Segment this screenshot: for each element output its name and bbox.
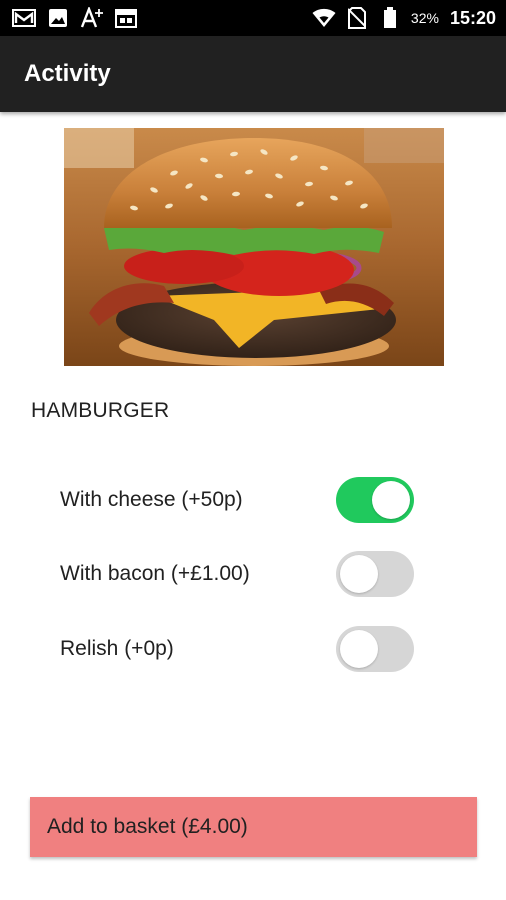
product-name: HAMBURGER [31, 399, 170, 422]
wifi-icon [312, 6, 336, 30]
relish-toggle[interactable] [336, 626, 414, 672]
battery-icon [378, 6, 402, 30]
add-to-basket-button[interactable]: Add to basket (£4.00) [30, 797, 477, 857]
calendar-icon [114, 6, 138, 30]
option-label: With bacon (+£1.00) [60, 562, 250, 585]
app-bar: Activity [0, 36, 506, 112]
status-bar-system: 32% 15:20 [312, 6, 496, 30]
no-sim-icon [345, 6, 369, 30]
add-to-basket-label: Add to basket (£4.00) [47, 815, 248, 838]
option-row-relish[interactable]: Relish (+0p) [60, 625, 420, 673]
option-row-bacon[interactable]: With bacon (+£1.00) [60, 550, 420, 598]
clock: 15:20 [449, 7, 496, 28]
gmail-icon [12, 6, 36, 30]
status-bar: 32% 15:20 [0, 0, 506, 36]
hamburger-image [64, 128, 444, 366]
toggle-knob [340, 630, 378, 668]
toggle-knob [340, 555, 378, 593]
image-icon [46, 6, 70, 30]
cheese-toggle[interactable] [336, 477, 414, 523]
text-size-icon [80, 6, 104, 30]
option-row-cheese[interactable]: With cheese (+50p) [60, 476, 420, 524]
battery-percent: 32% [410, 10, 439, 26]
page-title: Activity [24, 60, 111, 87]
bacon-toggle[interactable] [336, 551, 414, 597]
screen: 32% 15:20 Activity HAMBURGER With cheese… [0, 0, 506, 900]
option-label: Relish (+0p) [60, 637, 174, 660]
toggle-knob [372, 481, 410, 519]
option-label: With cheese (+50p) [60, 488, 243, 511]
status-bar-notifications [12, 6, 138, 30]
